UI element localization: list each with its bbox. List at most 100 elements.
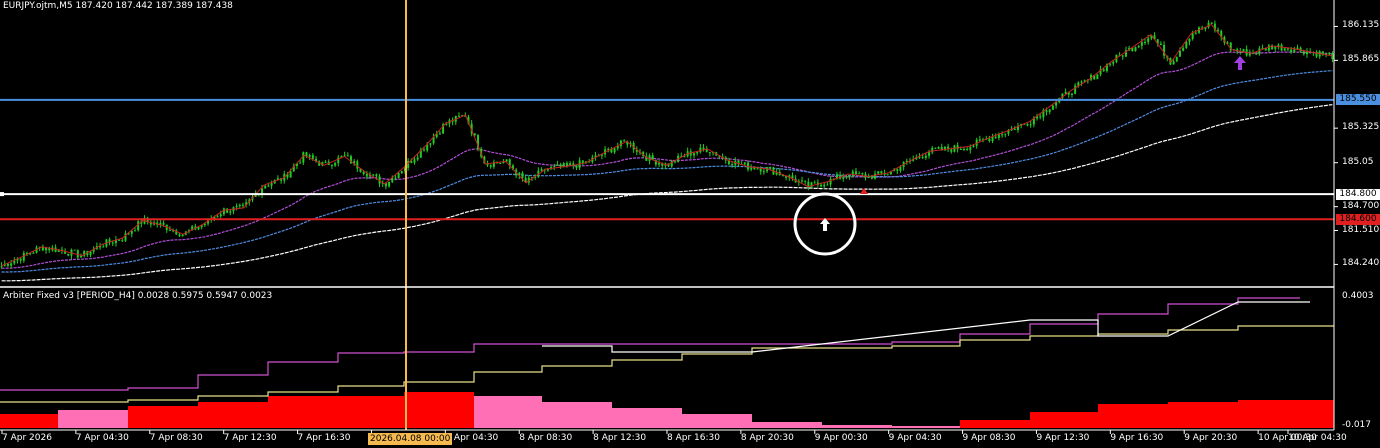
candle-body bbox=[1096, 74, 1099, 80]
candle-body bbox=[334, 163, 337, 166]
step-magenta-line bbox=[0, 297, 1300, 391]
candle-body bbox=[743, 162, 746, 165]
hline-handle[interactable] bbox=[0, 192, 4, 197]
candle-body bbox=[886, 174, 889, 176]
candle-body bbox=[73, 249, 76, 251]
candle-body bbox=[235, 206, 238, 208]
indicator-step-lines bbox=[0, 297, 1334, 403]
trading-chart[interactable] bbox=[0, 0, 1380, 448]
candle-body bbox=[241, 204, 244, 206]
candle-body bbox=[1013, 128, 1016, 131]
candle-body bbox=[1137, 45, 1140, 48]
candle-body bbox=[388, 181, 391, 187]
candle-body bbox=[1172, 61, 1175, 65]
candle-body bbox=[521, 172, 524, 179]
histogram-bar bbox=[960, 420, 1030, 428]
candle-body bbox=[365, 173, 368, 177]
candle-body bbox=[222, 208, 225, 215]
candle-body bbox=[877, 171, 880, 174]
candle-body bbox=[750, 167, 753, 170]
candle-body bbox=[1191, 33, 1194, 39]
price-tick-label: 185.865 bbox=[1342, 54, 1380, 65]
candle-body bbox=[842, 177, 845, 179]
indicator-scale-max: 0.4003 bbox=[1342, 291, 1374, 301]
ma-white-line bbox=[1, 104, 1333, 282]
candle-body bbox=[499, 162, 502, 164]
price-level-tag: 185.550 bbox=[1336, 94, 1380, 106]
candle-body bbox=[762, 171, 765, 173]
time-tick-label: 8 Apr 04:30 bbox=[445, 433, 499, 443]
histogram-bar bbox=[1098, 404, 1168, 428]
candle-body bbox=[238, 204, 241, 207]
candle-body bbox=[1001, 134, 1004, 136]
candle-body bbox=[820, 184, 823, 187]
histogram-bar bbox=[58, 410, 128, 428]
candle-body bbox=[1048, 109, 1051, 112]
indicator-scale-min: -0.017 bbox=[1342, 420, 1372, 430]
candle-body bbox=[102, 246, 105, 248]
time-tick-label: 9 Apr 08:30 bbox=[962, 433, 1016, 443]
candle-body bbox=[346, 155, 349, 157]
candle-body bbox=[924, 155, 927, 158]
candle-body bbox=[1188, 38, 1191, 42]
candle-body bbox=[731, 164, 734, 166]
candle-body bbox=[6, 263, 9, 266]
histogram-bar bbox=[892, 426, 960, 428]
price-level-tag: 184.800 bbox=[1336, 188, 1380, 200]
candle-body bbox=[1134, 47, 1137, 52]
candle-body bbox=[581, 160, 584, 163]
candle-body bbox=[874, 173, 877, 179]
candle-body bbox=[921, 157, 924, 159]
candle-body bbox=[553, 165, 556, 167]
candle-body bbox=[756, 168, 759, 170]
candle-body bbox=[130, 231, 133, 234]
candle-body bbox=[988, 138, 991, 142]
candle-body bbox=[270, 183, 273, 186]
candle-body bbox=[845, 176, 848, 178]
candle-body bbox=[89, 251, 92, 256]
price-candles bbox=[0, 20, 1334, 269]
candle-body bbox=[1194, 32, 1197, 34]
candle-body bbox=[264, 185, 267, 189]
candle-body bbox=[1102, 69, 1105, 72]
candle-body bbox=[1290, 49, 1293, 53]
candle-body bbox=[394, 177, 397, 179]
candle-body bbox=[705, 149, 708, 153]
candle-body bbox=[1274, 46, 1277, 49]
candle-body bbox=[1004, 133, 1007, 135]
candle-body bbox=[613, 148, 616, 153]
candle-body bbox=[229, 211, 232, 213]
candle-body bbox=[1051, 105, 1054, 110]
candle-body bbox=[10, 263, 13, 266]
candle-body bbox=[19, 258, 22, 261]
step-yellow-line bbox=[0, 325, 1334, 403]
candle-body bbox=[118, 239, 121, 241]
candle-body bbox=[959, 149, 962, 151]
candle-body bbox=[702, 147, 705, 150]
time-tick-label: 10 Apr 04:30 bbox=[1288, 433, 1347, 443]
candle-body bbox=[1080, 81, 1083, 83]
candle-body bbox=[111, 242, 114, 244]
histogram-bar bbox=[268, 396, 404, 428]
candle-body bbox=[137, 221, 140, 231]
candle-body bbox=[1217, 29, 1220, 32]
candle-body bbox=[178, 234, 181, 237]
histogram-bar bbox=[0, 414, 58, 428]
candle-body bbox=[692, 153, 695, 156]
candle-body bbox=[416, 157, 419, 160]
moving-averages bbox=[1, 51, 1333, 282]
candle-body bbox=[759, 168, 762, 172]
histogram-bar bbox=[682, 414, 752, 428]
candle-body bbox=[1026, 123, 1029, 126]
candle-body bbox=[658, 163, 661, 165]
candle-body bbox=[1121, 55, 1124, 57]
candle-body bbox=[324, 161, 327, 163]
time-tick-label: 9 Apr 20:30 bbox=[1184, 433, 1238, 443]
candle-body bbox=[489, 165, 492, 167]
candle-body bbox=[623, 140, 626, 142]
candle-body bbox=[356, 161, 359, 169]
time-cursor-label: 2026.04.08 00:00 bbox=[368, 433, 453, 445]
time-tick-label: 7 Apr 12:30 bbox=[223, 433, 277, 443]
histogram-bar bbox=[128, 406, 198, 428]
candle-body bbox=[375, 174, 378, 177]
